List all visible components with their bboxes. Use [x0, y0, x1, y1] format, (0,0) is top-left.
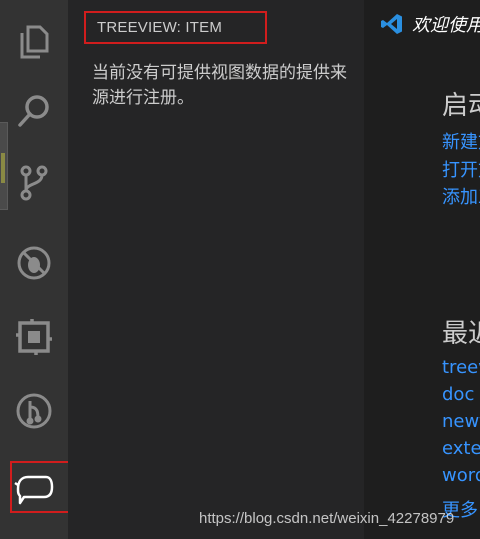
recent-item[interactable]: doc [442, 384, 474, 405]
extensions-icon[interactable] [0, 306, 68, 368]
recent-heading: 最近 [442, 319, 480, 349]
sidebar-title: TREEVIEW: ITEM [84, 11, 267, 44]
link-add-workspace-folder[interactable]: 添加工作区文件夹 [442, 183, 480, 209]
recent-item[interactable]: extension [442, 438, 480, 459]
activity-bar [0, 0, 94, 539]
watermark: https://blog.csdn.net/weixin_42278979 [199, 510, 455, 527]
source-control-icon[interactable] [0, 152, 68, 214]
debug-icon[interactable] [0, 232, 68, 294]
git-graph-icon[interactable] [0, 380, 68, 442]
editor-area: 欢迎使用 启动 新建文件 打开文件夹 添加工作区文件夹 最近 treeview … [364, 0, 480, 539]
start-heading: 启动 [442, 91, 480, 121]
link-new-file[interactable]: 新建文件 [442, 128, 480, 154]
tab-welcome-label: 欢迎使用 [412, 15, 480, 36]
recent-item[interactable]: newt [442, 411, 480, 432]
link-open-folder[interactable]: 打开文件夹 [442, 156, 480, 182]
sidebar-panel: TREEVIEW: ITEM 当前没有可提供视图数据的提供来源进行注册。 [68, 0, 364, 539]
recent-item[interactable]: word [442, 465, 480, 486]
empty-view-message: 当前没有可提供视图数据的提供来源进行注册。 [92, 63, 347, 108]
explorer-icon[interactable] [0, 10, 68, 72]
activity-scroll-indicator [0, 122, 8, 210]
tab-welcome[interactable]: 欢迎使用 [364, 0, 480, 48]
search-icon[interactable] [0, 80, 68, 142]
recent-item[interactable]: treeview [442, 357, 480, 378]
vscode-logo-icon [380, 12, 404, 36]
